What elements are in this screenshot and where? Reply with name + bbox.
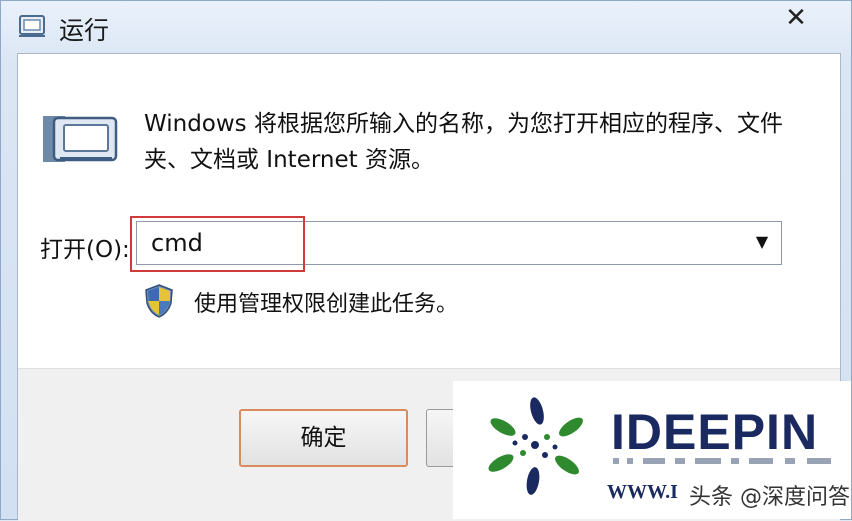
- ideepin-logo-icon: [488, 397, 583, 495]
- dialog-description: Windows 将根据您所输入的名称，为您打开相应的程序、文件夹、文档或 Int…: [144, 111, 783, 173]
- admin-note: 使用管理权限创建此任务。: [194, 292, 459, 317]
- watermark-url: WWW.I: [607, 481, 678, 503]
- run-program-icon: [43, 116, 118, 162]
- watermark: IDEEPIN WWW.I 头条 @深度问答: [453, 381, 851, 519]
- brand-underline: [613, 458, 831, 464]
- open-label: 打开(O):: [40, 237, 130, 263]
- chevron-down-icon[interactable]: ▼: [751, 231, 773, 253]
- ok-button[interactable]: 确定: [239, 409, 408, 467]
- brand-name: IDEEPIN: [611, 404, 819, 460]
- close-button[interactable]: ✕: [773, 3, 819, 33]
- close-icon: ✕: [785, 3, 807, 33]
- window-title: 运行: [59, 16, 110, 45]
- uac-shield-icon: [145, 284, 173, 318]
- run-dialog-icon: [19, 15, 45, 37]
- title-bar[interactable]: 运行 ✕: [1, 1, 852, 53]
- highlight-box: [130, 216, 305, 272]
- watermark-source: 头条 @深度问答: [689, 485, 850, 510]
- run-dialog-window: 运行 ✕ Windows 将根据您所输入的名称，为您打开相应的程序、文件夹、文档…: [0, 0, 852, 521]
